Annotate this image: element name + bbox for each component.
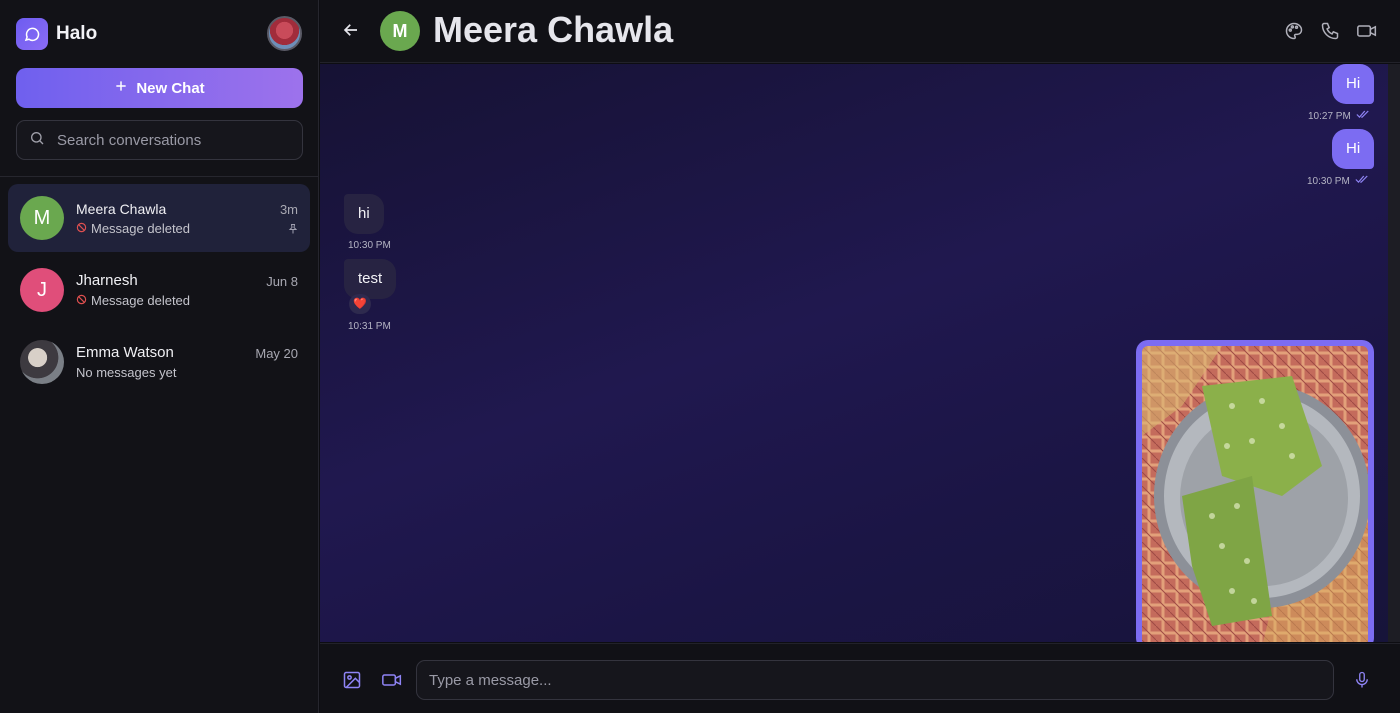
conversation-preview: Message deleted: [76, 293, 190, 308]
chat-header: M Meera Chawla: [320, 0, 1400, 63]
message-bubble-outgoing[interactable]: Hi: [1332, 64, 1375, 104]
conversation-time: 3m: [279, 202, 298, 217]
back-arrow-icon[interactable]: [342, 21, 360, 44]
conversation-preview: Message deleted: [76, 221, 190, 236]
message-timestamp: 10:30 PM: [1307, 175, 1369, 187]
message-bubble-outgoing[interactable]: Hi: [1332, 129, 1375, 169]
image-icon[interactable]: [342, 670, 362, 695]
search-box: [16, 120, 303, 160]
palette-icon[interactable]: [1284, 21, 1304, 46]
double-check-icon: [1355, 175, 1369, 187]
new-chat-button[interactable]: New Chat: [16, 68, 303, 108]
message-image-outgoing[interactable]: [1136, 340, 1374, 642]
message-timestamp: 10:27 PM: [1308, 110, 1370, 122]
avatar: M: [20, 196, 64, 240]
food-photo: [1142, 346, 1368, 642]
preview-text: Message deleted: [91, 221, 191, 236]
plus-icon: [114, 79, 128, 97]
contact-avatar: M: [380, 11, 420, 51]
message-time: 10:27 PM: [1308, 110, 1351, 122]
conversation-item-meera-chawla[interactable]: M Meera Chawla Message deleted 3m: [8, 184, 310, 252]
conversation-name: Jharnesh: [76, 272, 138, 289]
user-avatar[interactable]: [267, 16, 302, 51]
message-time: 10:30 PM: [348, 240, 391, 251]
search-input[interactable]: [57, 131, 277, 149]
brand: Halo: [16, 18, 97, 50]
new-chat-label: New Chat: [136, 79, 205, 97]
deleted-icon: [76, 221, 87, 236]
sidebar-divider: [0, 176, 319, 177]
deleted-icon: [76, 293, 87, 308]
message-bubble-incoming[interactable]: test: [344, 259, 397, 299]
message-list: Hi 10:27 PM Hi 10:30 PM hi 10:30 PM test…: [320, 64, 1388, 642]
preview-text: No messages yet: [76, 365, 177, 380]
conversation-item-jharnesh[interactable]: J Jharnesh Message deleted Jun 8: [8, 256, 310, 324]
preview-text: Message deleted: [91, 293, 191, 308]
double-check-icon: [1356, 110, 1370, 122]
conversation-time: Jun 8: [266, 274, 298, 289]
phone-icon[interactable]: [1320, 21, 1340, 46]
conversation-item-emma-watson[interactable]: Emma Watson No messages yet May 20: [8, 328, 310, 396]
message-input[interactable]: [416, 660, 1334, 700]
mic-icon[interactable]: [1353, 670, 1371, 695]
message-time: 10:31 PM: [348, 321, 391, 332]
pin-icon[interactable]: [287, 222, 299, 240]
conversation-preview: No messages yet: [76, 365, 176, 380]
conversation-name: Emma Watson: [76, 344, 174, 361]
app-name: Halo: [56, 23, 98, 44]
message-time: 10:30 PM: [1307, 175, 1350, 187]
sidebar: Halo New Chat M Meera Chawla Message del…: [0, 0, 319, 713]
conversation-time: May 20: [255, 346, 298, 361]
contact-name: Meera Chawla: [433, 9, 674, 50]
search-icon: [29, 130, 45, 151]
message-timestamp: 10:31 PM: [348, 321, 391, 332]
video-icon[interactable]: [381, 670, 403, 695]
conversation-name: Meera Chawla: [76, 201, 167, 217]
chat-panel: M Meera Chawla Hi 10:27 PM Hi 10:30 PM h…: [320, 0, 1400, 713]
reaction-heart[interactable]: ❤️: [349, 294, 371, 314]
avatar: [20, 340, 64, 384]
chat-bubble-icon: [16, 18, 48, 50]
message-timestamp: 10:30 PM: [348, 240, 391, 251]
scrollbar[interactable]: [1388, 64, 1400, 642]
app-window: Halo New Chat M Meera Chawla Message del…: [0, 0, 1400, 713]
avatar: J: [20, 268, 64, 312]
video-icon[interactable]: [1356, 21, 1378, 46]
message-bubble-incoming[interactable]: hi: [344, 194, 384, 234]
message-composer: [320, 643, 1400, 713]
